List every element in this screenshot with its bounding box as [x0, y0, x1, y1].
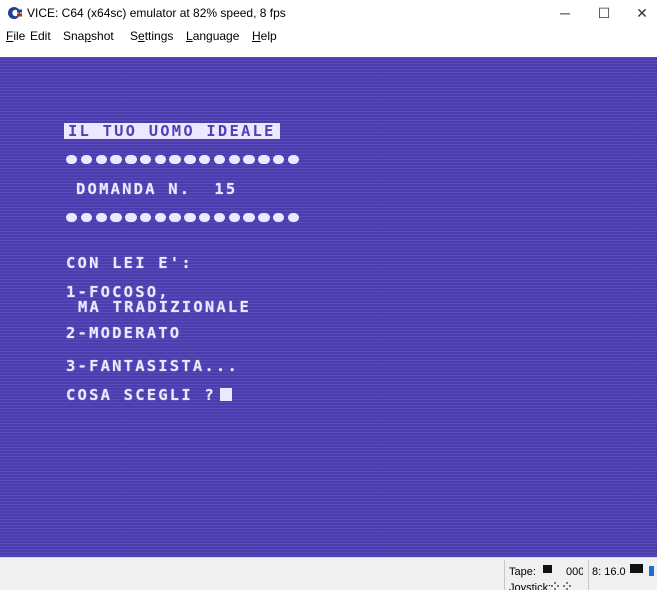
menu-settings[interactable]: Settings: [130, 28, 173, 44]
petscii-ball: [80, 213, 93, 222]
status-bar: Tape: 000 8: 16.0 Joystick:: [0, 557, 657, 590]
petscii-ball: [80, 155, 93, 164]
menu-file[interactable]: File: [6, 28, 25, 44]
question-number: DOMANDA N. 15: [76, 180, 238, 198]
petscii-ball: [169, 213, 181, 222]
status-divider: [504, 560, 505, 590]
tape-status-icon[interactable]: [543, 565, 552, 573]
petscii-ball: [125, 213, 137, 222]
petscii-ball: [228, 213, 240, 222]
petscii-ball: [213, 213, 226, 222]
menu-bar: File Edit Snapshot Settings Language Hel…: [0, 26, 657, 46]
tape-counter: 000: [566, 566, 583, 578]
petscii-ball: [110, 213, 122, 222]
joystick-status-icon[interactable]: [551, 582, 575, 590]
petscii-ball: [110, 155, 122, 164]
menu-language[interactable]: Language: [186, 28, 239, 44]
input-prompt-line: COSA SCEGLI ?: [66, 387, 232, 403]
petscii-ball: [95, 155, 107, 164]
window-title: VICE: C64 (x64sc) emulator at 82% speed,…: [27, 6, 286, 20]
petscii-ball: [199, 213, 211, 222]
petscii-ball: [243, 155, 255, 164]
dot-row-bottom: [66, 213, 300, 222]
petscii-ball: [139, 155, 152, 164]
petscii-ball: [272, 155, 285, 164]
tape-label: Tape:: [509, 566, 536, 578]
drive-status[interactable]: 8: 16.0: [592, 565, 628, 579]
title-bar[interactable]: VICE: C64 (x64sc) emulator at 82% speed,…: [0, 0, 657, 26]
c64-screen[interactable]: IL TUO UOMO IDEALE DOMANDA N. 15 CON LEI…: [0, 57, 657, 557]
vice-window: VICE: C64 (x64sc) emulator at 82% speed,…: [0, 0, 657, 590]
input-prompt: COSA SCEGLI ?: [66, 386, 216, 404]
petscii-ball: [213, 155, 226, 164]
menu-edit[interactable]: Edit: [30, 28, 51, 44]
petscii-ball: [258, 213, 270, 222]
petscii-ball: [154, 155, 167, 164]
joystick-label: Joystick:: [509, 582, 552, 590]
petscii-ball: [184, 213, 196, 222]
petscii-ball: [199, 155, 211, 164]
petscii-ball: [139, 213, 152, 222]
status-divider: [588, 560, 589, 590]
petscii-ball: [243, 213, 255, 222]
menu-snapshot[interactable]: Snapshot: [63, 28, 114, 44]
quiz-title: IL TUO UOMO IDEALE: [64, 123, 280, 139]
drive-led-icon: [630, 564, 643, 573]
petscii-ball: [154, 213, 167, 222]
petscii-ball: [66, 213, 78, 222]
petscii-ball: [66, 155, 78, 164]
petscii-ball: [272, 213, 285, 222]
menu-help[interactable]: Help: [252, 28, 277, 44]
question-prompt: CON LEI E':: [66, 254, 193, 272]
petscii-ball: [125, 155, 137, 164]
close-button[interactable]: ✕: [622, 0, 657, 26]
petscii-ball: [228, 155, 240, 164]
option-2: 2-MODERATO: [66, 324, 182, 342]
dot-row-top: [66, 155, 300, 164]
petscii-ball: [184, 155, 196, 164]
blinking-cursor: [219, 388, 232, 401]
petscii-ball: [258, 155, 270, 164]
option-1-line-2: MA TRADIZIONALE: [78, 298, 251, 316]
maximize-button[interactable]: ☐: [584, 0, 624, 26]
drive-activity-icon: [649, 566, 654, 576]
petscii-ball: [169, 155, 181, 164]
petscii-ball: [287, 155, 300, 164]
vice-app-icon: [8, 7, 22, 19]
option-3: 3-FANTASISTA...: [66, 357, 239, 375]
minimize-button[interactable]: ─: [545, 0, 585, 26]
petscii-ball: [95, 213, 107, 222]
petscii-ball: [287, 213, 300, 222]
